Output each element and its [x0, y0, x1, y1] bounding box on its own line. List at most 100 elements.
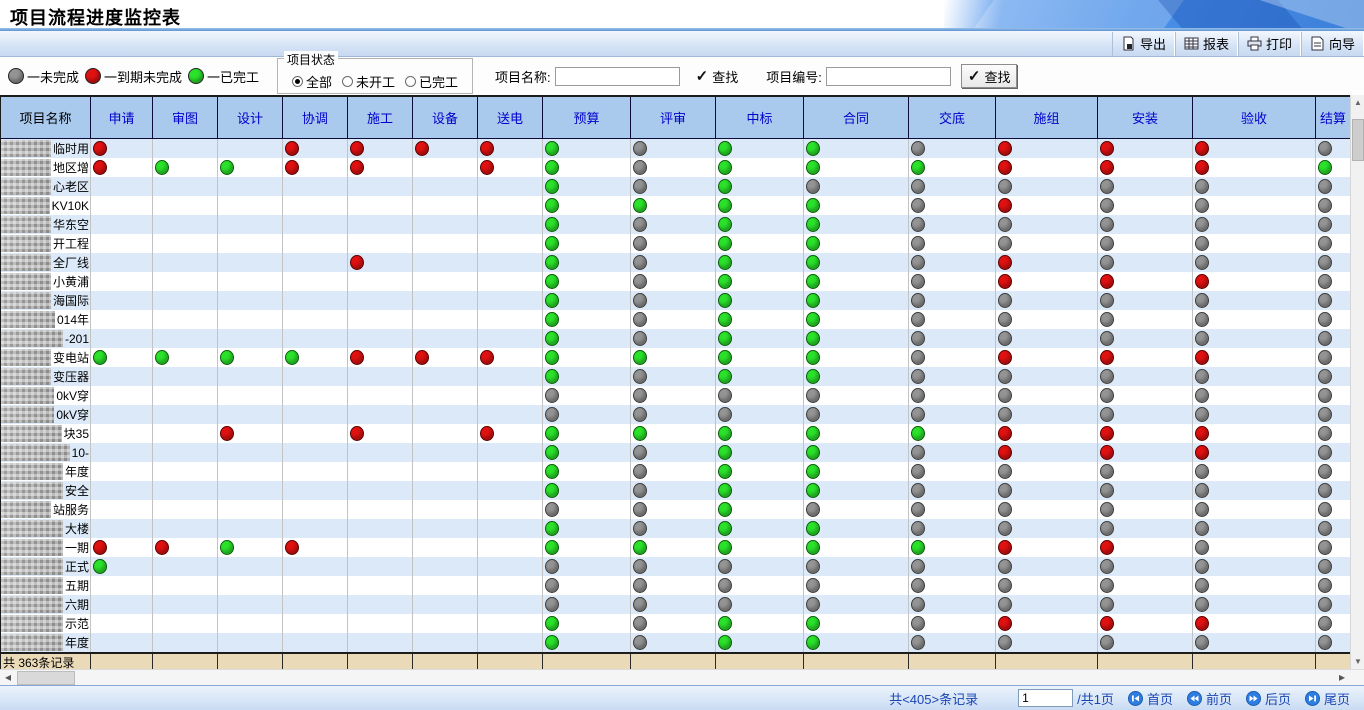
status-cell — [996, 443, 1098, 462]
status-dot-overdue — [285, 141, 299, 156]
status-cell — [153, 139, 218, 158]
toolbar-button-2[interactable]: 报表 — [1175, 32, 1238, 56]
status-dot-pending — [1195, 521, 1209, 536]
filter-bar: 一未完成一到期未完成一已完工 项目状态 全部未开工已完工 项目名称: ✓ 查找 … — [0, 57, 1364, 95]
status-cell — [1098, 272, 1193, 291]
status-dot-pending — [1318, 521, 1332, 536]
status-dot-pending — [911, 521, 925, 536]
status-cell — [218, 310, 283, 329]
status-cell — [91, 462, 153, 481]
status-dot-done — [806, 426, 820, 441]
status-dot-pending — [1195, 578, 1209, 593]
status-cell — [1316, 367, 1350, 386]
pager-button-前页[interactable]: 前页 — [1187, 689, 1232, 708]
status-cell — [283, 215, 348, 234]
status-dot-pending — [1100, 464, 1114, 479]
status-cell — [996, 424, 1098, 443]
column-header-12: 合同 — [804, 97, 909, 138]
status-cell — [478, 348, 543, 367]
project-name-cell: 0kV穿 — [1, 386, 91, 405]
status-cell — [543, 405, 631, 424]
status-cell — [153, 538, 218, 557]
status-cell — [909, 158, 996, 177]
status-dot-done — [911, 160, 925, 175]
project-name-search-button[interactable]: ✓ 查找 — [690, 64, 745, 88]
status-dot-pending — [911, 350, 925, 365]
project-code-search-button[interactable]: ✓ 查找 — [961, 64, 1018, 88]
scroll-right-icon[interactable]: ▸ — [1334, 670, 1350, 686]
status-cell — [804, 614, 909, 633]
toolbar-button-3[interactable]: 打印 — [1238, 32, 1301, 56]
project-name-cell: 块35 — [1, 424, 91, 443]
status-cell — [909, 633, 996, 652]
status-cell — [91, 633, 153, 652]
print-icon — [1247, 36, 1262, 51]
toolbar-button-4[interactable]: 向导 — [1301, 32, 1364, 56]
status-cell — [413, 272, 478, 291]
vertical-scrollbar[interactable]: ▲ ▼ — [1350, 95, 1364, 669]
status-dot-done — [545, 331, 559, 346]
table-row: 地区增 — [1, 158, 1350, 177]
project-name-input[interactable] — [555, 67, 680, 86]
scroll-up-icon[interactable]: ▲ — [1351, 95, 1364, 110]
status-cell — [153, 462, 218, 481]
project-name-fragment: 014年 — [57, 311, 90, 328]
status-cell — [804, 481, 909, 500]
status-cell — [543, 614, 631, 633]
status-cell — [631, 424, 716, 443]
pager-button-后页[interactable]: 后页 — [1246, 689, 1291, 708]
pager-button-尾页[interactable]: 尾页 — [1305, 689, 1350, 708]
vertical-scroll-thumb[interactable] — [1352, 119, 1364, 161]
scroll-left-icon[interactable]: ◂ — [0, 670, 16, 686]
toolbar-button-1[interactable]: 导出 — [1112, 32, 1175, 56]
status-dot-overdue — [998, 426, 1012, 441]
project-name-mosaic — [1, 140, 51, 157]
page-title: 项目流程进度监控表 — [10, 4, 181, 28]
status-cell — [1316, 538, 1350, 557]
status-cell — [716, 253, 804, 272]
status-cell — [1193, 633, 1316, 652]
status-dot-pending — [911, 597, 925, 612]
project-name-fragment: 临时用 — [53, 140, 90, 157]
status-cell — [996, 348, 1098, 367]
pager-button-label: 后页 — [1265, 689, 1291, 708]
status-dot-done — [718, 217, 732, 232]
table-row: 示范 — [1, 614, 1350, 633]
status-cell — [1316, 481, 1350, 500]
pager-button-首页[interactable]: 首页 — [1128, 689, 1173, 708]
radio-option[interactable]: 未开工 — [342, 72, 395, 91]
project-name-cell: 014年 — [1, 310, 91, 329]
radio-option[interactable]: 已完工 — [405, 72, 458, 91]
horizontal-scrollbar[interactable]: ◂ ▸ — [0, 669, 1364, 685]
status-cell — [1316, 196, 1350, 215]
status-dot-pending — [1318, 141, 1332, 156]
status-cell — [413, 139, 478, 158]
status-dot-pending — [998, 179, 1012, 194]
page-number-input[interactable] — [1018, 689, 1073, 707]
status-cell — [153, 405, 218, 424]
project-name-cell: 开工程 — [1, 234, 91, 253]
status-cell — [909, 519, 996, 538]
scroll-down-icon[interactable]: ▼ — [1351, 654, 1364, 669]
status-cell — [631, 196, 716, 215]
project-code-input[interactable] — [826, 67, 951, 86]
status-dot-done — [718, 502, 732, 517]
status-cell — [631, 462, 716, 481]
status-cell — [478, 177, 543, 196]
project-name-fragment: 块35 — [64, 425, 90, 442]
radio-checked[interactable]: 全部 — [292, 72, 332, 91]
status-dot-pending — [806, 502, 820, 517]
status-cell — [804, 234, 909, 253]
status-cell — [909, 576, 996, 595]
status-cell — [716, 386, 804, 405]
status-cell — [153, 367, 218, 386]
project-status-radios: 全部未开工已完工 — [287, 72, 463, 91]
status-dot-done — [806, 635, 820, 650]
status-cell — [283, 177, 348, 196]
project-name-mosaic — [1, 596, 63, 613]
status-cell — [348, 462, 413, 481]
status-cell — [348, 481, 413, 500]
status-cell — [413, 538, 478, 557]
summary-cell — [348, 654, 413, 669]
horizontal-scroll-thumb[interactable] — [17, 671, 75, 685]
